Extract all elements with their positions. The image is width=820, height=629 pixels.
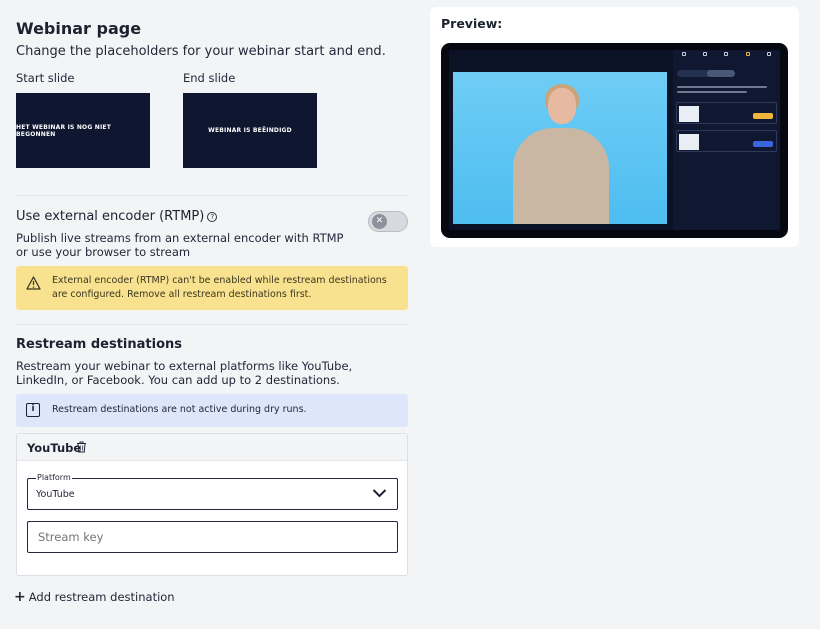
side-tab-icon [681, 52, 686, 57]
end-slide-text: WEBINAR IS BEËINDIGD [208, 127, 292, 134]
chevron-down-icon [372, 489, 387, 498]
restream-title: Restream destinations [16, 337, 183, 352]
platform-value: YouTube [36, 489, 75, 500]
restream-description: Restream your webinar to external platfo… [16, 359, 353, 387]
preview-tab-toggle [677, 70, 735, 77]
preview-video-thumb [679, 134, 699, 150]
destination-name: YouTube [27, 441, 82, 455]
encoder-description: Publish live streams from an external en… [16, 231, 344, 259]
section-divider [16, 195, 408, 196]
presenter-body [513, 128, 609, 224]
side-tab-icon [703, 52, 708, 57]
page-subtitle: Change the placeholders for your webinar… [16, 44, 386, 59]
restream-destination-card: YouTube Platform YouTube [16, 433, 408, 576]
page-title: Webinar page [16, 19, 142, 38]
external-encoder-toggle[interactable]: ✕ [368, 211, 408, 232]
preview-panel: Preview: [430, 7, 799, 247]
preview-text-line [677, 91, 747, 93]
destination-header: YouTube [17, 434, 407, 461]
preview-play-button [753, 113, 773, 119]
section-divider [16, 324, 408, 325]
side-tab-icon [745, 52, 750, 57]
encoder-title-text: Use external encoder (RTMP) [16, 209, 205, 224]
restream-info-banner: i Restream destinations are not active d… [16, 394, 408, 427]
encoder-warning-banner: External encoder (RTMP) can't be enabled… [16, 266, 408, 310]
encoder-title: Use external encoder (RTMP)? [16, 209, 218, 224]
start-slide-text: HET WEBINAR IS NOG NIET BEGONNEN [16, 123, 112, 138]
side-tab-icon [724, 52, 729, 57]
trash-icon[interactable] [76, 441, 87, 453]
preview-text-line [677, 86, 767, 88]
stream-key-input[interactable] [27, 521, 398, 553]
preview-side-panel [673, 50, 780, 230]
preview-side-tabs [673, 52, 780, 57]
start-slide-thumbnail[interactable]: HET WEBINAR IS NOG NIET BEGONNEN [16, 93, 150, 168]
platform-label: Platform [36, 473, 72, 482]
preview-start-button [753, 141, 773, 147]
add-restream-destination-button[interactable]: + Add restream destination [14, 589, 175, 605]
question-circle-icon[interactable]: ? [207, 211, 218, 222]
restream-info-text: Restream destinations are not active dur… [52, 404, 307, 415]
platform-select[interactable]: Platform YouTube [27, 473, 398, 510]
preview-video-thumb [679, 106, 699, 122]
side-tab-icon [767, 52, 772, 57]
plus-icon: + [14, 589, 26, 605]
warning-triangle-icon [26, 276, 41, 290]
encoder-warning-text: External encoder (RTMP) can't be enabled… [52, 275, 387, 300]
info-icon: i [26, 403, 40, 417]
end-slide-label: End slide [183, 71, 236, 85]
add-restream-label: Add restream destination [28, 590, 175, 604]
tablet-frame [441, 43, 788, 238]
presenter-head [548, 88, 576, 124]
preview-label: Preview: [441, 16, 503, 31]
preview-video-item [676, 102, 777, 124]
preview-screen [449, 50, 780, 230]
close-icon: ✕ [372, 214, 387, 229]
start-slide-label: Start slide [16, 71, 75, 85]
preview-video-item [676, 130, 777, 152]
presenter-video [453, 72, 667, 224]
end-slide-thumbnail[interactable]: WEBINAR IS BEËINDIGD [183, 93, 317, 168]
